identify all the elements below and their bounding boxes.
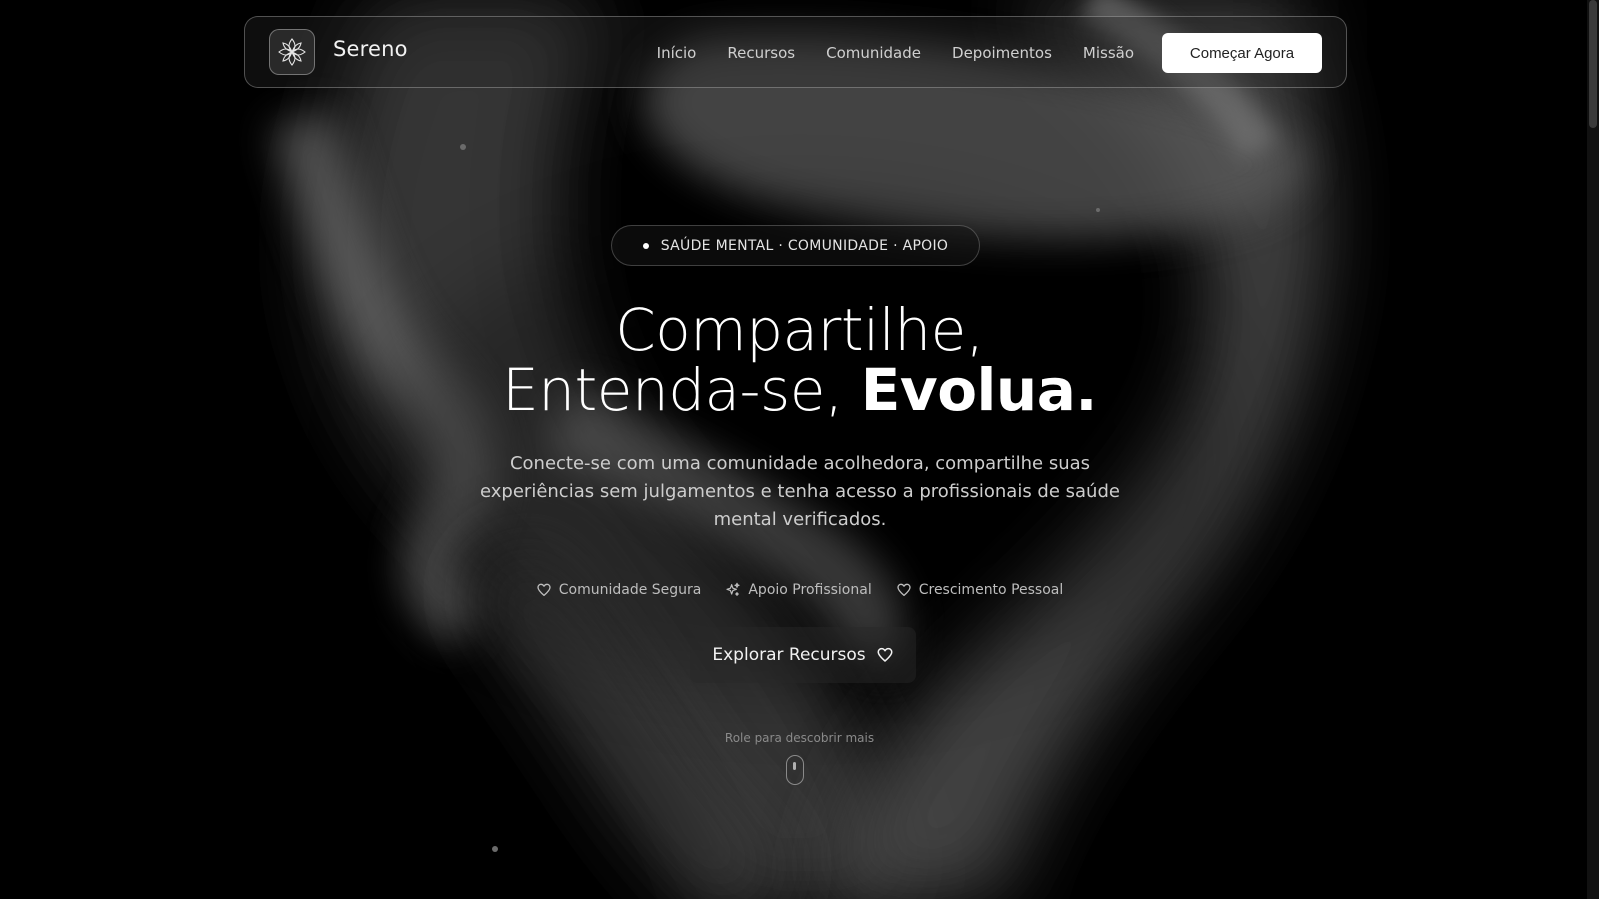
headline-line-2: Entenda-se, Evolua. — [0, 355, 1599, 425]
explore-resources-button[interactable]: Explorar Recursos — [690, 627, 916, 683]
badge-text: SAÚDE MENTAL · COMUNIDADE · APOIO — [660, 237, 949, 254]
nav-link-comunidade[interactable]: Comunidade — [826, 44, 921, 62]
headline-bold: Evolua. — [860, 356, 1098, 424]
brand-name[interactable]: Sereno — [333, 37, 408, 61]
nav-links: Início Recursos Comunidade Depoimentos M… — [626, 17, 1134, 89]
feature-list: Comunidade Segura Apoio Profissional Cre… — [0, 582, 1599, 598]
landing-page: Sereno Início Recursos Comunidade Depoim… — [0, 0, 1599, 899]
navbar: Sereno Início Recursos Comunidade Depoim… — [244, 16, 1347, 88]
badge-dot-icon — [642, 242, 649, 249]
hero-badge: SAÚDE MENTAL · COMUNIDADE · APOIO — [611, 225, 980, 266]
feature-label: Apoio Profissional — [748, 582, 872, 598]
sparkles-icon — [725, 582, 741, 598]
mouse-scroll-icon[interactable] — [786, 755, 804, 785]
scrollbar[interactable] — [1587, 0, 1599, 899]
headline-regular: Entenda-se, — [502, 356, 861, 424]
feature-label: Comunidade Segura — [558, 582, 702, 598]
nav-link-depoimentos[interactable]: Depoimentos — [952, 44, 1052, 62]
lotus-icon — [278, 38, 306, 66]
particle-dot — [492, 846, 498, 852]
hero-subtitle: Conecte-se com uma comunidade acolhedora… — [480, 453, 1120, 530]
feature-label: Crescimento Pessoal — [918, 582, 1064, 598]
particle-dot — [1096, 208, 1100, 212]
feature-item: Apoio Profissional — [725, 582, 872, 598]
get-started-button[interactable]: Começar Agora — [1162, 33, 1322, 73]
particle-dot — [460, 144, 466, 150]
feature-item: Crescimento Pessoal — [896, 582, 1064, 598]
scrollbar-thumb[interactable] — [1589, 0, 1597, 128]
heart-icon — [536, 582, 552, 598]
heart-icon — [896, 582, 912, 598]
nav-link-inicio[interactable]: Início — [657, 44, 697, 62]
explore-label: Explorar Recursos — [712, 645, 866, 665]
scroll-hint: Role para descobrir mais — [724, 731, 875, 745]
logo[interactable] — [269, 29, 315, 75]
nav-link-recursos[interactable]: Recursos — [727, 44, 795, 62]
nav-link-missao[interactable]: Missão — [1083, 44, 1134, 62]
heart-icon — [876, 646, 894, 664]
feature-item: Comunidade Segura — [536, 582, 702, 598]
